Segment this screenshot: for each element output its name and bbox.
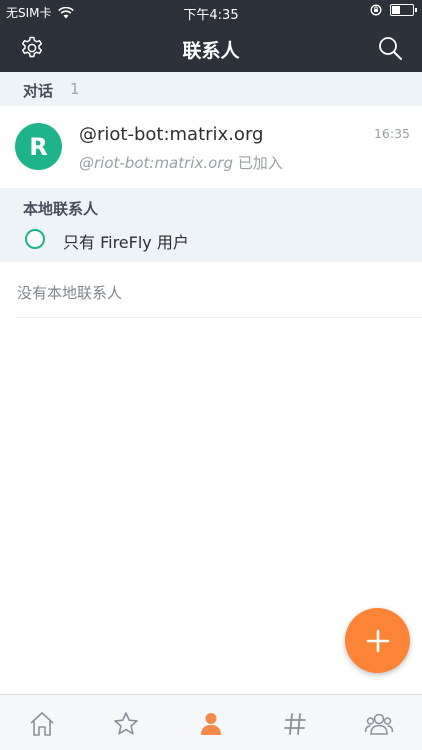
contact-row[interactable]: R @riot-bot:matrix.org 16:35 @riot-bot:m… — [0, 106, 422, 188]
local-contacts-label: 本地联系人 — [23, 200, 99, 218]
plus-icon — [366, 629, 389, 652]
tab-bar — [0, 694, 422, 750]
tab-home[interactable] — [27, 709, 57, 739]
hash-icon — [284, 713, 306, 735]
contact-status-suffix: 已加入 — [232, 154, 283, 172]
local-contacts-section: 本地联系人 只有 FireFly 用户 — [0, 188, 422, 262]
no-local-contacts-text: 没有本地联系人 — [17, 284, 123, 302]
status-bar: 无SIM卡 下午4:35 — [0, 0, 422, 24]
contact-status: @riot-bot:matrix.org 已加入 — [79, 152, 283, 173]
status-right — [370, 4, 417, 16]
tab-groups[interactable] — [364, 709, 394, 739]
conversations-label: 对话 — [23, 82, 54, 100]
tab-people[interactable] — [196, 709, 226, 739]
contact-status-id: @riot-bot:matrix.org — [79, 154, 233, 172]
conversations-section-header[interactable]: 对话 1 — [0, 72, 422, 106]
search-button[interactable] — [374, 32, 406, 64]
battery-icon — [390, 4, 417, 16]
nav-bar: 联系人 — [0, 24, 422, 72]
firefly-only-label[interactable]: 只有 FireFly 用户 — [63, 229, 189, 253]
home-icon — [30, 712, 54, 736]
firefly-only-radio[interactable] — [25, 229, 45, 249]
person-icon — [201, 713, 221, 735]
battery-level — [392, 6, 401, 14]
status-time: 下午4:35 — [183, 8, 239, 23]
group-icon — [364, 713, 394, 735]
conversations-count: 1 — [70, 80, 80, 98]
add-button[interactable] — [345, 608, 410, 673]
search-icon — [379, 37, 402, 60]
contact-time: 16:35 — [373, 126, 410, 141]
avatar: R — [15, 123, 62, 170]
page-title: 联系人 — [182, 40, 240, 62]
divider — [16, 317, 422, 318]
contact-name: @riot-bot:matrix.org — [79, 124, 264, 145]
tab-favourites[interactable] — [111, 709, 141, 739]
star-icon — [114, 712, 138, 735]
orientation-lock-icon — [370, 4, 382, 16]
tab-rooms[interactable] — [280, 709, 310, 739]
